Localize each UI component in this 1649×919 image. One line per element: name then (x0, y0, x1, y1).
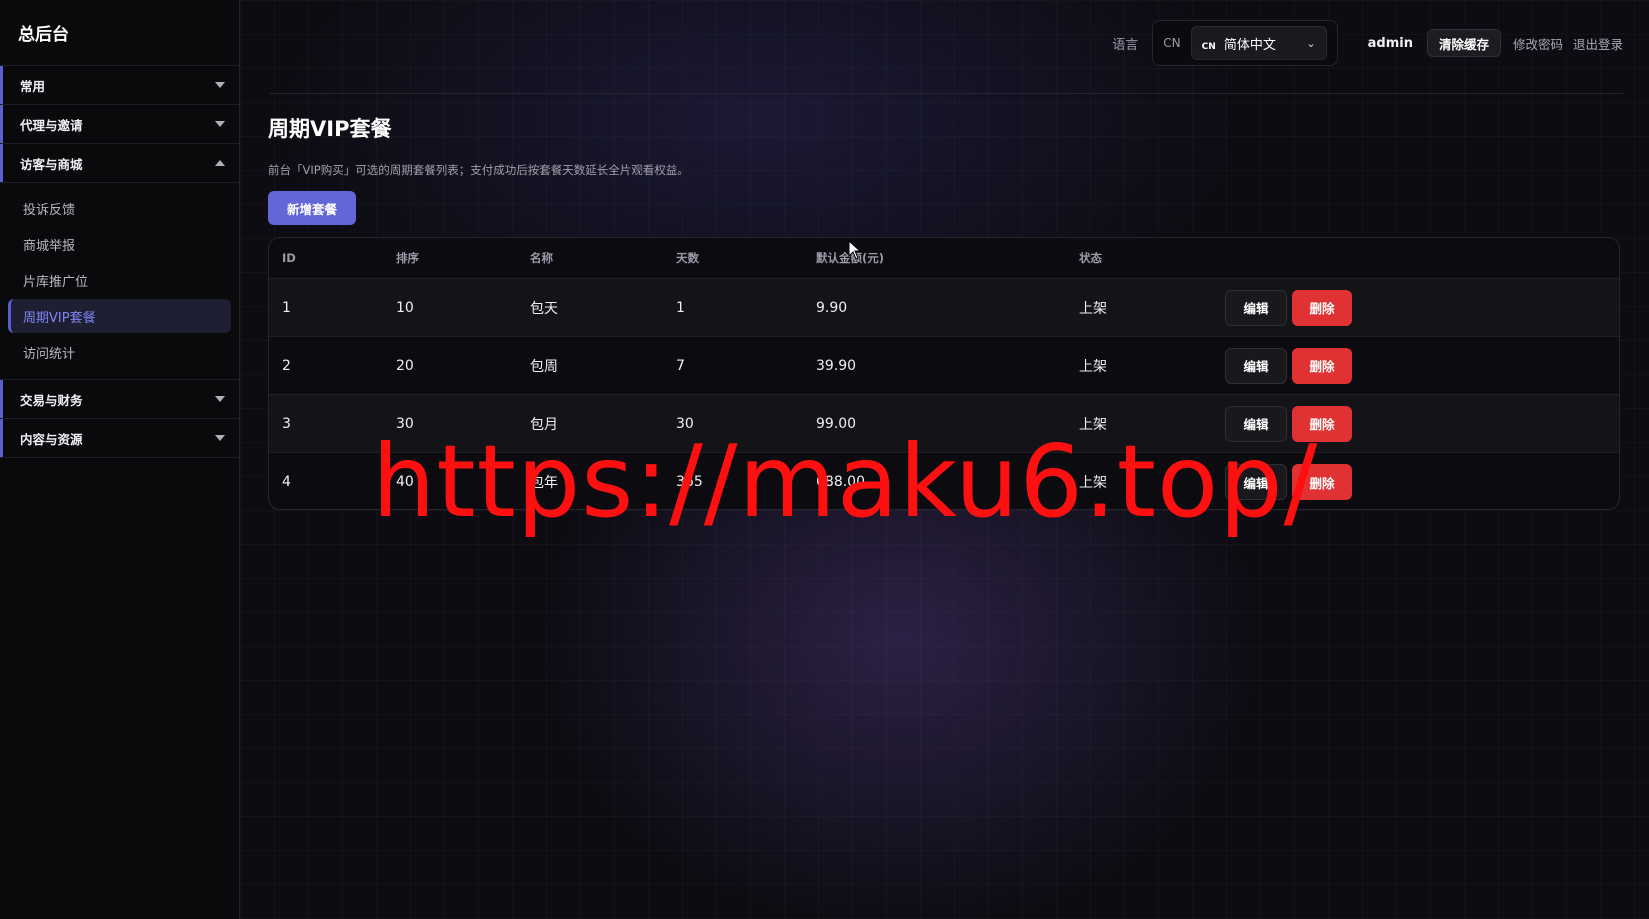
edit-button[interactable]: 编辑 (1225, 405, 1287, 442)
column-header-id: ID (282, 251, 296, 265)
cell-sort: 30 (396, 415, 414, 432)
logout-link[interactable]: 退出登录 (1573, 34, 1623, 53)
sidebar-group-common[interactable]: 常用 (0, 66, 239, 105)
cell-id: 1 (282, 299, 291, 316)
chevron-up-icon (215, 160, 225, 166)
language-select-value: 简体中文 (1223, 37, 1276, 53)
chevron-down-icon (215, 121, 225, 127)
cell-name: 包月 (530, 416, 558, 433)
chevron-down-icon: ⌄ (1306, 36, 1316, 50)
sidebar-item-library-promo[interactable]: 片库推广位 (8, 263, 231, 297)
cell-id: 4 (282, 474, 291, 490)
sidebar-group-label: 内容与资源 (20, 431, 83, 447)
cell-days: 7 (676, 357, 685, 374)
edit-button[interactable]: 编辑 (1225, 289, 1287, 326)
language-code: CN (1163, 36, 1181, 50)
delete-button[interactable]: 删除 (1292, 289, 1352, 326)
table-header: ID 排序 名称 天数 默认金额(元) 状态 (269, 238, 1619, 279)
edit-button[interactable]: 编辑 (1225, 464, 1287, 500)
table-row: 4 40 包年 365 688.00 上架 编辑 删除 (269, 453, 1619, 509)
cell-status: 上架 (1079, 300, 1107, 317)
cell-amount: 39.90 (816, 357, 857, 374)
sidebar-group-content-resources[interactable]: 内容与资源 (0, 419, 239, 458)
flag-icon: CN (1201, 41, 1216, 52)
chevron-down-icon (215, 435, 225, 441)
cell-status: 上架 (1079, 416, 1107, 433)
cell-actions: 编辑 删除 (1225, 289, 1619, 326)
page-description: 前台「VIP购买」可选的周期套餐列表；支付成功后按套餐天数延长全片观看权益。 (268, 163, 689, 177)
column-header-sort: 排序 (396, 251, 419, 265)
cell-sort: 20 (396, 357, 414, 374)
cell-days: 1 (676, 299, 685, 316)
sidebar-item-vip-plans[interactable]: 周期VIP套餐 (8, 299, 231, 333)
sidebar-item-complaints[interactable]: 投诉反馈 (8, 191, 231, 225)
sidebar-group-label: 代理与邀请 (20, 117, 83, 133)
delete-button[interactable]: 删除 (1292, 405, 1352, 442)
column-header-status: 状态 (1079, 251, 1102, 265)
table-row: 3 30 包月 30 99.00 上架 编辑 删除 (269, 395, 1619, 453)
sidebar-item-visit-stats[interactable]: 访问统计 (8, 335, 231, 369)
change-password-link[interactable]: 修改密码 (1513, 34, 1563, 53)
delete-button[interactable]: 删除 (1292, 347, 1352, 384)
column-header-days: 天数 (676, 251, 699, 265)
sidebar-group-label: 常用 (20, 78, 46, 94)
table-row: 1 10 包天 1 9.90 上架 编辑 删除 (269, 279, 1619, 337)
brand-title: 总后台 (0, 0, 239, 66)
cell-name: 包周 (530, 358, 558, 375)
cell-amount: 9.90 (816, 299, 848, 316)
table-row: 2 20 包周 7 39.90 上架 编辑 删除 (269, 337, 1619, 395)
language-switcher: CN CN 简体中文 ⌄ (1152, 20, 1338, 66)
sidebar-group-trade-finance[interactable]: 交易与财务 (0, 380, 239, 419)
cell-id: 3 (282, 415, 291, 432)
delete-button[interactable]: 删除 (1292, 464, 1352, 500)
sidebar-group-label: 访客与商城 (20, 156, 83, 172)
cell-status: 上架 (1079, 358, 1107, 375)
cell-actions: 编辑 删除 (1225, 347, 1619, 384)
sidebar-submenu: 投诉反馈 商城举报 片库推广位 周期VIP套餐 访问统计 (0, 183, 239, 380)
vip-plans-table: ID 排序 名称 天数 默认金额(元) 状态 1 10 包天 1 9.90 上架… (268, 237, 1620, 510)
chevron-down-icon (215, 396, 225, 402)
cell-sort: 10 (396, 299, 414, 316)
clear-cache-button[interactable]: 清除缓存 (1426, 29, 1501, 57)
header-actions: 语言 CN CN 简体中文 ⌄ admin 清除缓存 修改密码 退出登录 (1112, 20, 1623, 66)
add-plan-button[interactable]: 新增套餐 (268, 191, 356, 225)
cell-name: 包天 (530, 300, 558, 317)
cell-actions: 编辑 删除 (1225, 405, 1619, 442)
column-header-name: 名称 (530, 251, 553, 265)
language-select[interactable]: CN 简体中文 ⌄ (1190, 26, 1327, 60)
sidebar: 总后台 常用 代理与邀请 访客与商城 投诉反馈 商城举报 片库推广位 周期VIP… (0, 0, 240, 919)
cell-days: 30 (676, 415, 694, 432)
page-title: 周期VIP套餐 (268, 117, 392, 141)
sidebar-item-mall-reports[interactable]: 商城举报 (8, 227, 231, 261)
cell-id: 2 (282, 357, 291, 374)
cell-actions: 编辑 删除 (1225, 464, 1619, 500)
cell-name: 包年 (530, 475, 558, 491)
cell-status: 上架 (1079, 475, 1107, 491)
language-label: 语言 (1112, 37, 1139, 53)
cell-amount: 688.00 (816, 474, 865, 490)
language-select-value-wrap: CN 简体中文 (1202, 34, 1276, 53)
chevron-down-icon (215, 82, 225, 88)
table-body: 1 10 包天 1 9.90 上架 编辑 删除 2 20 包周 7 39.90 … (269, 279, 1619, 509)
sidebar-group-visitor-mall[interactable]: 访客与商城 (0, 144, 239, 183)
top-header: 语言 CN CN 简体中文 ⌄ admin 清除缓存 修改密码 退出登录 (270, 20, 1623, 94)
cell-amount: 99.00 (816, 415, 857, 432)
mouse-cursor-icon (848, 240, 862, 260)
sidebar-group-agent-invite[interactable]: 代理与邀请 (0, 105, 239, 144)
edit-button[interactable]: 编辑 (1225, 347, 1287, 384)
admin-username: admin (1367, 35, 1413, 51)
cell-days: 365 (676, 474, 703, 490)
cell-sort: 40 (396, 474, 414, 490)
sidebar-group-label: 交易与财务 (20, 392, 83, 408)
